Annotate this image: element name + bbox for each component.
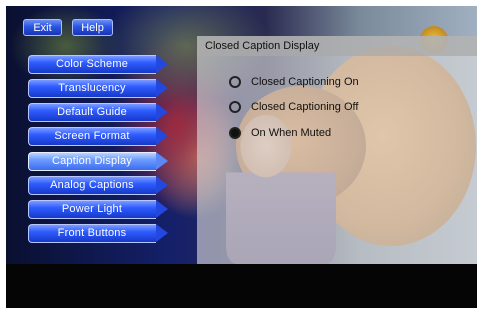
menu-item-label: Translucency xyxy=(58,82,126,94)
caption-display-panel: Closed Caption Display Closed Captioning… xyxy=(197,36,477,264)
tv-screen: Exit Help Color Scheme Translucency Defa… xyxy=(6,6,477,308)
menu-item-screen-format[interactable]: Screen Format xyxy=(28,127,170,146)
menu-item-label: Default Guide xyxy=(57,106,127,118)
menu-item-label: Front Buttons xyxy=(57,227,127,239)
help-button[interactable]: Help xyxy=(72,19,113,36)
menu-arrow-icon xyxy=(156,176,168,194)
option-label: On When Muted xyxy=(251,127,332,139)
exit-button[interactable]: Exit xyxy=(23,19,62,36)
menu-item-caption-display[interactable]: Caption Display xyxy=(28,152,170,171)
menu-arrow-icon xyxy=(156,152,168,170)
option-label: Closed Captioning Off xyxy=(251,101,359,113)
menu-item-front-buttons[interactable]: Front Buttons xyxy=(28,224,170,243)
menu-item-label: Power Light xyxy=(61,203,123,215)
menu-arrow-icon xyxy=(156,55,168,73)
menu-item-analog-captions[interactable]: Analog Captions xyxy=(28,176,170,195)
menu-arrow-icon xyxy=(156,224,168,242)
menu-arrow-icon xyxy=(156,200,168,218)
menu-arrow-icon xyxy=(156,127,168,145)
menu-item-label: Color Scheme xyxy=(55,58,129,70)
radio-checked-icon[interactable] xyxy=(229,127,241,139)
panel-title: Closed Caption Display xyxy=(197,36,477,56)
radio-unchecked-icon[interactable] xyxy=(229,101,241,113)
menu-item-default-guide[interactable]: Default Guide xyxy=(28,103,170,122)
menu-item-label: Analog Captions xyxy=(50,179,134,191)
menu-arrow-icon xyxy=(156,79,168,97)
menu-item-power-light[interactable]: Power Light xyxy=(28,200,170,219)
menu-item-label: Caption Display xyxy=(51,155,133,167)
menu-item-color-scheme[interactable]: Color Scheme xyxy=(28,55,170,74)
menu-arrow-icon xyxy=(156,103,168,121)
option-label: Closed Captioning On xyxy=(251,76,359,88)
radio-unchecked-icon[interactable] xyxy=(229,76,241,88)
menu-item-label: Screen Format xyxy=(54,130,130,142)
menu-item-translucency[interactable]: Translucency xyxy=(28,79,170,98)
